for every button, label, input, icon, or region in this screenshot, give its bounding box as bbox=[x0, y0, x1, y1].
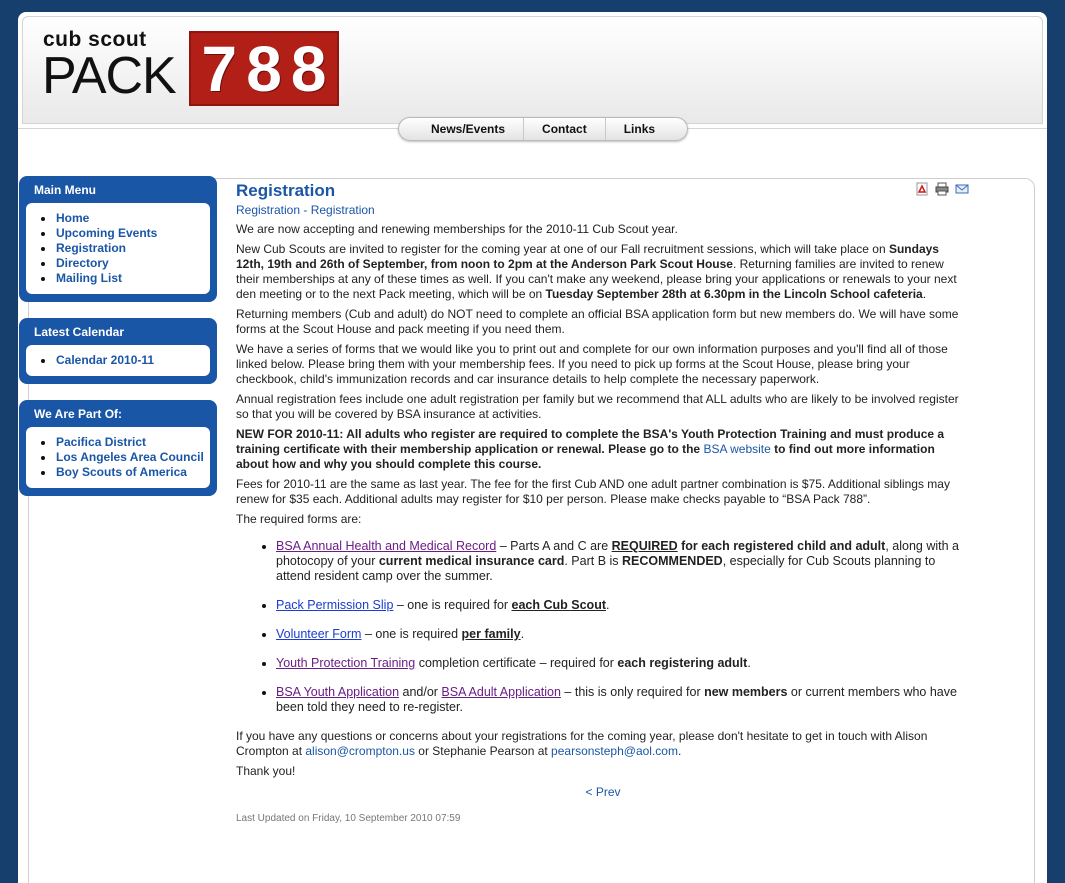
org-link-la-area-council[interactable]: Los Angeles Area Council bbox=[56, 450, 204, 464]
nav-news-events[interactable]: News/Events bbox=[413, 118, 525, 140]
bold-text: current medical insurance card bbox=[378, 554, 565, 568]
site-header: cub scout PACK 7 8 8 bbox=[22, 16, 1043, 124]
paragraph: NEW FOR 2010-11: All adults who register… bbox=[236, 427, 970, 472]
menu-link[interactable]: Upcoming Events bbox=[56, 226, 157, 240]
logo-number-badge: 7 8 8 bbox=[189, 31, 339, 106]
menu-link[interactable]: Home bbox=[56, 211, 89, 225]
bsa-website-link[interactable]: BSA website bbox=[703, 442, 770, 456]
logo-text-pack: PACK bbox=[42, 47, 177, 105]
article: Registration Registration - Registration… bbox=[236, 180, 970, 824]
list-item: Youth Protection Training completion cer… bbox=[236, 656, 970, 671]
nav-links[interactable]: Links bbox=[606, 118, 673, 140]
text: . Part B is bbox=[564, 554, 623, 568]
text: – one is required bbox=[361, 627, 462, 641]
top-navigation: News/Events Contact Links bbox=[398, 117, 689, 141]
list-item: BSA Youth Application and/or BSA Adult A… bbox=[236, 685, 970, 715]
site-logo[interactable]: cub scout PACK 7 8 8 bbox=[37, 27, 339, 107]
org-item: Boy Scouts of America bbox=[34, 465, 206, 480]
list-item: Pack Permission Slip – one is required f… bbox=[236, 598, 970, 613]
paragraph: New Cub Scouts are invited to register f… bbox=[236, 242, 970, 302]
paragraph: We are now accepting and renewing member… bbox=[236, 222, 678, 236]
paragraph: If you have any questions or concerns ab… bbox=[236, 729, 970, 759]
bold-text: RECOMMENDED bbox=[622, 554, 723, 568]
menu-item-upcoming-events: Upcoming Events bbox=[34, 226, 206, 241]
org-item: Los Angeles Area Council bbox=[34, 450, 206, 465]
menu-item-registration: Registration bbox=[34, 241, 206, 256]
volunteer-form-link[interactable]: Volunteer Form bbox=[276, 627, 361, 641]
module-body: Calendar 2010-11 bbox=[26, 345, 210, 376]
menu-link[interactable]: Registration bbox=[56, 241, 126, 255]
text: and/or bbox=[399, 685, 442, 699]
permission-slip-link[interactable]: Pack Permission Slip bbox=[276, 598, 393, 612]
paragraph: Fees for 2010-11 are the same as last ye… bbox=[236, 477, 950, 506]
paragraph: We have a series of forms that we would … bbox=[236, 342, 948, 386]
text: . bbox=[677, 744, 682, 758]
bold-text: each registering adult bbox=[617, 656, 748, 670]
paragraph: The required forms are: bbox=[236, 512, 362, 526]
breadcrumb-link[interactable]: Registration bbox=[311, 203, 375, 217]
bold-text: per family bbox=[461, 627, 521, 641]
calendar-item: Calendar 2010-11 bbox=[34, 353, 206, 368]
menu-item-mailing-list: Mailing List bbox=[34, 271, 206, 286]
breadcrumb: Registration - Registration bbox=[236, 202, 970, 218]
youth-application-link[interactable]: BSA Youth Application bbox=[276, 685, 399, 699]
bold-text: Tuesday September 28th at 6.30pm in the … bbox=[545, 287, 923, 301]
we-are-part-of-module: We Are Part Of: Pacifica District Los An… bbox=[19, 400, 217, 496]
breadcrumb-separator: - bbox=[300, 203, 311, 217]
nav-contact[interactable]: Contact bbox=[524, 118, 606, 140]
list-item: BSA Annual Health and Medical Record – P… bbox=[236, 539, 970, 584]
breadcrumb-link[interactable]: Registration bbox=[236, 203, 300, 217]
module-body: Home Upcoming Events Registration Direct… bbox=[26, 203, 210, 294]
menu-link[interactable]: Directory bbox=[56, 256, 109, 270]
health-record-link[interactable]: BSA Annual Health and Medical Record bbox=[276, 539, 496, 553]
pagination: < Prev bbox=[236, 785, 970, 799]
bold-text: each Cub Scout bbox=[511, 598, 606, 612]
paragraph: Annual registration fees include one adu… bbox=[236, 392, 959, 421]
email-link-stephanie[interactable]: pearsonsteph@aol.com bbox=[551, 744, 678, 758]
text: completion certificate – required for bbox=[415, 656, 618, 670]
org-link-bsa[interactable]: Boy Scouts of America bbox=[56, 465, 187, 479]
menu-item-home: Home bbox=[34, 211, 206, 226]
org-item: Pacifica District bbox=[34, 435, 206, 450]
list-item: Volunteer Form – one is required per fam… bbox=[236, 627, 970, 642]
logo-digit: 7 bbox=[201, 32, 238, 105]
menu-link[interactable]: Mailing List bbox=[56, 271, 122, 285]
text: – one is required for bbox=[393, 598, 512, 612]
article-title: Registration bbox=[236, 181, 336, 200]
bold-text: for each registered child and adult bbox=[677, 539, 886, 553]
bold-text: new members bbox=[704, 685, 788, 699]
text: . bbox=[747, 656, 751, 670]
text: – this is only required for bbox=[560, 685, 705, 699]
email-link-alison[interactable]: alison@crompton.us bbox=[305, 744, 415, 758]
text: . bbox=[922, 287, 927, 301]
sidebar: Main Menu Home Upcoming Events Registrat… bbox=[19, 176, 217, 512]
module-title: We Are Part Of: bbox=[34, 407, 123, 421]
module-body: Pacifica District Los Angeles Area Counc… bbox=[26, 427, 210, 488]
bold-text: REQUIRED bbox=[611, 539, 678, 553]
text: New Cub Scouts are invited to register f… bbox=[236, 242, 889, 256]
module-title: Main Menu bbox=[34, 183, 96, 197]
text: – Parts A and C are bbox=[496, 539, 612, 553]
menu-item-directory: Directory bbox=[34, 256, 206, 271]
text: or Stephanie Pearson at bbox=[414, 744, 552, 758]
required-forms-list: BSA Annual Health and Medical Record – P… bbox=[236, 539, 970, 715]
calendar-link[interactable]: Calendar 2010-11 bbox=[56, 353, 154, 367]
last-updated: Last Updated on Friday, 10 September 201… bbox=[236, 813, 461, 824]
youth-protection-link[interactable]: Youth Protection Training bbox=[276, 656, 415, 670]
text: . bbox=[606, 598, 610, 612]
latest-calendar-module: Latest Calendar Calendar 2010-11 bbox=[19, 318, 217, 384]
logo-digit: 8 bbox=[290, 32, 327, 105]
paragraph: Thank you! bbox=[236, 764, 296, 778]
module-title: Latest Calendar bbox=[34, 325, 125, 339]
prev-link[interactable]: < Prev bbox=[585, 785, 620, 799]
paragraph: Returning members (Cub and adult) do NOT… bbox=[236, 307, 959, 336]
logo-digit: 8 bbox=[246, 32, 282, 105]
adult-application-link[interactable]: BSA Adult Application bbox=[441, 685, 561, 699]
text: . bbox=[520, 627, 525, 641]
main-menu-module: Main Menu Home Upcoming Events Registrat… bbox=[19, 176, 217, 302]
org-link-pacifica-district[interactable]: Pacifica District bbox=[56, 435, 146, 449]
